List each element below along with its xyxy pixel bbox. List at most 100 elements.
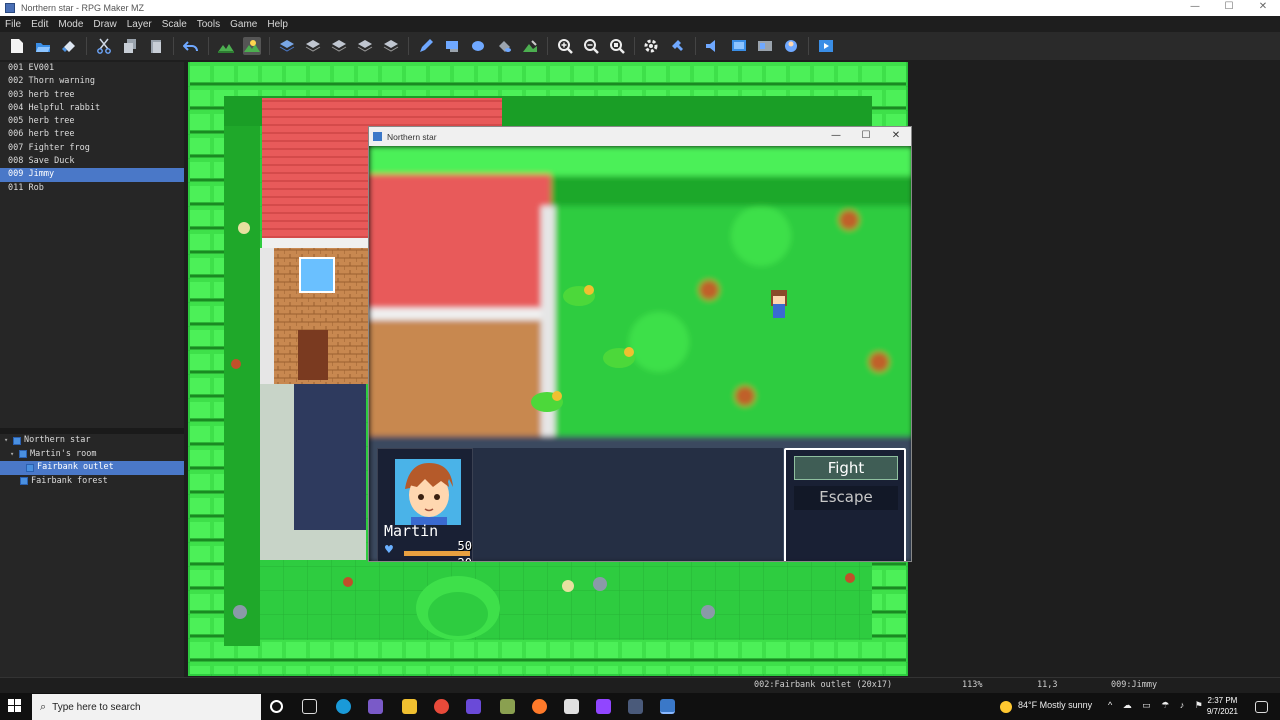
maximize-button[interactable]: ☐ <box>1212 0 1246 16</box>
ellipse-icon[interactable] <box>469 37 487 55</box>
plugin-manager-icon[interactable] <box>669 37 687 55</box>
list-item[interactable]: 006 herb tree <box>0 128 184 141</box>
app-icon <box>5 3 15 13</box>
menu-game[interactable]: Game <box>230 19 257 30</box>
layer-4-icon[interactable] <box>356 37 374 55</box>
windows-start-icon[interactable] <box>8 699 22 713</box>
list-item[interactable]: 007 Fighter frog <box>0 142 184 155</box>
map-tree-item-selected[interactable]: Fairbank outlet <box>0 461 184 475</box>
weather-text[interactable]: 84°F Mostly sunny <box>1018 700 1092 710</box>
list-item[interactable]: 001 EV001 <box>0 62 184 75</box>
map-icon <box>19 450 27 459</box>
windows-taskbar: ⌕ Type here to search 84°F Mostly sunny … <box>0 693 1280 720</box>
slack-icon[interactable] <box>564 699 579 714</box>
list-item[interactable]: 005 herb tree <box>0 115 184 128</box>
copy-icon[interactable] <box>121 37 139 55</box>
playtest-window[interactable]: Northern star — ☐ ✕ Martin ♥ 50 Fight Es… <box>368 126 912 562</box>
task-view-icon[interactable] <box>302 699 317 714</box>
map-tree-item[interactable]: Fairbank forest <box>0 475 184 489</box>
menu-help[interactable]: Help <box>267 19 288 30</box>
database-icon[interactable] <box>643 37 661 55</box>
title-bar: Northern star - RPG Maker MZ — ☐ ✕ <box>0 0 1280 16</box>
edge-browser-icon[interactable] <box>336 699 351 714</box>
close-button[interactable]: ✕ <box>1246 0 1280 16</box>
empty-workspace <box>908 62 1280 676</box>
chrome-icon[interactable] <box>434 699 449 714</box>
maximize-button[interactable]: ☐ <box>851 127 881 146</box>
hp-gauge: ♥ 50 <box>384 539 472 557</box>
search-icon: ⌕ <box>40 700 47 713</box>
status-coords: 11,3 <box>1037 680 1058 690</box>
mp-value: 20 <box>458 556 472 561</box>
list-item[interactable]: 002 Thorn warning <box>0 75 184 88</box>
twitch-app-icon[interactable] <box>466 699 481 714</box>
fight-command[interactable]: Fight <box>794 456 898 480</box>
hero-sprite <box>771 290 787 318</box>
layer-2-icon[interactable] <box>304 37 322 55</box>
battle-scene[interactable]: Martin ♥ 50 ♫ 20 Fight Escape <box>369 146 911 561</box>
layer-1-icon[interactable] <box>278 37 296 55</box>
teams-icon[interactable] <box>368 699 383 714</box>
list-item[interactable]: 008 Save Duck <box>0 155 184 168</box>
save-project-icon[interactable] <box>60 37 78 55</box>
firefox-icon[interactable] <box>532 699 547 714</box>
toolbar <box>0 32 1280 60</box>
character-generator-icon[interactable] <box>782 37 800 55</box>
sound-test-icon[interactable] <box>704 37 722 55</box>
hp-value: 50 <box>457 539 472 553</box>
list-item[interactable]: 011 Rob <box>0 182 184 195</box>
cortana-icon[interactable] <box>270 700 283 713</box>
zoom-in-icon[interactable] <box>556 37 574 55</box>
list-item-selected[interactable]: 009 Jimmy <box>0 168 184 182</box>
minimize-button[interactable]: — <box>821 127 851 146</box>
playtest-title-bar: Northern star — ☐ ✕ <box>369 127 911 146</box>
cut-icon[interactable] <box>95 37 113 55</box>
map-tree-item[interactable]: ▾ Northern star <box>0 434 184 448</box>
menu-scale[interactable]: Scale <box>162 19 187 30</box>
expand-icon[interactable]: ▾ <box>4 434 13 447</box>
minimize-button[interactable]: — <box>1178 0 1212 16</box>
map-mode-icon[interactable] <box>217 37 235 55</box>
list-item[interactable]: 004 Helpful rabbit <box>0 102 184 115</box>
event-searcher-icon[interactable] <box>730 37 748 55</box>
event-mode-icon[interactable] <box>243 37 261 55</box>
menu-tools[interactable]: Tools <box>197 19 220 30</box>
zoom-actual-icon[interactable] <box>608 37 626 55</box>
menu-edit[interactable]: Edit <box>31 19 48 30</box>
notification-icon[interactable] <box>1255 701 1268 713</box>
taskbar-search-input[interactable]: ⌕ Type here to search <box>32 694 261 720</box>
twitch-icon[interactable] <box>596 699 611 714</box>
undo-icon[interactable] <box>182 37 200 55</box>
list-item[interactable]: 003 herb tree <box>0 89 184 102</box>
file-explorer-icon[interactable] <box>402 699 417 714</box>
close-button[interactable]: ✕ <box>881 127 911 146</box>
layer-3-icon[interactable] <box>330 37 348 55</box>
layer-auto-icon[interactable] <box>382 37 400 55</box>
rectangle-icon[interactable] <box>443 37 461 55</box>
menu-draw[interactable]: Draw <box>93 19 116 30</box>
party-command-window: Fight Escape <box>784 448 906 561</box>
taskbar-clock[interactable]: 2:37 PM 9/7/2021 <box>1207 695 1238 717</box>
system-tray-icons[interactable]: ^ ☁ ▭ ☂ ♪ ⚑ <box>1108 700 1207 711</box>
zoom-out-icon[interactable] <box>582 37 600 55</box>
resource-manager-icon[interactable] <box>756 37 774 55</box>
open-project-icon[interactable] <box>34 37 52 55</box>
pencil-icon[interactable] <box>417 37 435 55</box>
rpg-maker-taskbar-icon[interactable] <box>660 699 675 714</box>
menu-layer[interactable]: Layer <box>127 19 152 30</box>
shadow-pen-icon[interactable] <box>521 37 539 55</box>
fill-icon[interactable] <box>495 37 513 55</box>
new-project-icon[interactable] <box>8 37 26 55</box>
map-icon <box>20 477 28 486</box>
menu-file[interactable]: File <box>5 19 21 30</box>
app-icon[interactable] <box>628 699 643 714</box>
escape-command[interactable]: Escape <box>794 486 898 510</box>
map-icon <box>26 463 34 472</box>
app-icon[interactable] <box>500 699 515 714</box>
expand-icon[interactable]: ▾ <box>10 448 19 461</box>
playtest-icon[interactable] <box>817 37 835 55</box>
menu-mode[interactable]: Mode <box>58 19 83 30</box>
map-tree-item[interactable]: ▾ Martin's room <box>0 448 184 462</box>
paste-icon[interactable] <box>147 37 165 55</box>
playtest-window-controls: — ☐ ✕ <box>821 127 911 146</box>
